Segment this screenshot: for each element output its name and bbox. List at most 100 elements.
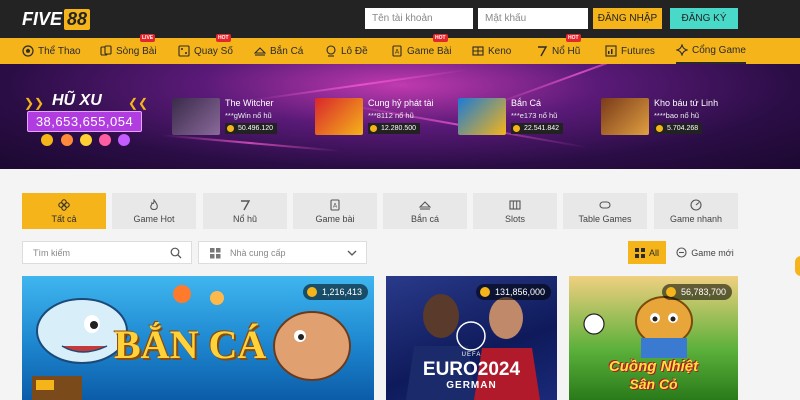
game-subtitle: Sân Cỏ (629, 376, 678, 392)
jackpot-winner-card[interactable]: Bắn Cá ***e173 nổ hũ 22.541.842 (458, 98, 588, 135)
winner-user: ****bao nổ hũ (654, 111, 700, 120)
tab-game-nhanh[interactable]: Game nhanh (654, 193, 738, 229)
hot-badge: HOT (216, 34, 231, 42)
top-bar: FIVE 88 ĐĂNG NHẬP ĐĂNG KÝ (0, 0, 800, 38)
tab-label: Nổ hũ (232, 213, 258, 224)
game-card-ban-ca[interactable]: BẮN CÁ 1,216,413 (22, 276, 374, 400)
winner-amount: 22.541.842 (511, 123, 564, 134)
clover-icon (58, 198, 70, 211)
chevron-down-icon (347, 250, 357, 256)
login-button[interactable]: ĐĂNG NHẬP (593, 8, 662, 29)
wing-left-icon: ❯❯ (24, 96, 45, 110)
gem-icon (99, 134, 111, 146)
tab-table-games[interactable]: Table Games (563, 193, 647, 229)
nav-label: Futures (621, 45, 655, 57)
site-logo[interactable]: FIVE 88 (22, 6, 91, 32)
game-jackpot: 56,783,700 (661, 284, 732, 300)
nav-item-ban-ca[interactable]: Bắn Cá (254, 38, 303, 64)
new-game-icon (676, 247, 687, 258)
svg-text:A: A (333, 202, 338, 209)
logo-text: FIVE (22, 8, 63, 29)
register-button[interactable]: ĐĂNG KÝ (670, 8, 738, 29)
winner-game-name: Cung hỷ phát tài (368, 98, 434, 108)
tab-slots[interactable]: Slots (473, 193, 557, 229)
jackpot-value: 38,653,655,054 (27, 111, 142, 132)
winner-game-name: Bắn Cá (511, 98, 542, 108)
card-game-icon: A (330, 198, 340, 211)
cards-icon (100, 45, 112, 56)
seven-icon (241, 199, 251, 210)
grid-icon (634, 247, 645, 258)
game-card-cuong-nhiet[interactable]: Cuồng Nhiệt Sân Cỏ 56,783,700 (569, 276, 738, 400)
nav-item-song-bai[interactable]: Sòng Bài LIVE (100, 34, 157, 64)
tab-label: Game nhanh (669, 213, 723, 224)
coin-icon (665, 287, 676, 297)
gem-icon (61, 134, 73, 146)
winner-amount: 50.496.120 (225, 123, 278, 134)
slot-machine-icon (509, 199, 521, 210)
nav-label: Thể Thao (38, 45, 81, 57)
tab-game-hot[interactable]: Game Hot (112, 193, 196, 229)
hot-badge: HOT (566, 34, 581, 42)
light-streak (160, 134, 340, 152)
provider-select[interactable]: Nhà cung cấp (198, 241, 367, 264)
game-thumbnail (315, 98, 363, 135)
floating-tab[interactable] (795, 256, 800, 276)
password-input[interactable] (478, 8, 588, 29)
nav-item-no-hu[interactable]: Nổ Hũ HOT (536, 34, 581, 64)
nav-label: Lô Đề (341, 45, 368, 57)
nav-item-the-thao[interactable]: Thể Thao (22, 38, 81, 64)
game-jackpot: 1,216,413 (302, 284, 368, 300)
nav-item-keno[interactable]: Keno (472, 38, 511, 64)
jackpot-winner-card[interactable]: Kho báu tứ Linh ****bao nổ hũ 5.704.268 (601, 98, 741, 135)
lottery-icon (178, 45, 190, 57)
jackpot-winner-card[interactable]: The Witcher ***gWin nổ hũ 50.496.120 (172, 98, 302, 135)
tab-label: Game Hot (133, 213, 175, 224)
filter-new-button[interactable]: Game mới (672, 241, 738, 264)
fish-icon (419, 200, 431, 210)
light-streak (250, 68, 470, 102)
hot-badge: HOT (433, 34, 448, 42)
tab-game-bai[interactable]: A Game bài (293, 193, 377, 229)
flame-icon (150, 198, 158, 210)
game-title: Cuồng Nhiệt (608, 358, 699, 375)
search-input[interactable]: Tìm kiếm (22, 241, 192, 264)
nav-label: Nổ Hũ (552, 45, 581, 57)
winner-game-name: The Witcher (225, 98, 274, 108)
provider-label: Nhà cung cấp (230, 248, 286, 258)
jackpot-title: HŨ XU (52, 92, 102, 109)
game-title: BẮN CÁ (114, 322, 267, 367)
winner-user: ***e173 nổ hũ (511, 111, 558, 120)
coin-icon (479, 287, 490, 297)
nav-label: Quay Số (194, 45, 233, 57)
nav-item-lo-de[interactable]: Lô Đề (325, 38, 368, 64)
nav-item-game-bai[interactable]: A Game Bài HOT (391, 34, 452, 64)
tab-label: Bắn cá (410, 213, 440, 224)
tab-ban-ca[interactable]: Bắn cá (383, 193, 467, 229)
filter-all-button[interactable]: All (628, 241, 666, 264)
winner-user: ***8112 nổ hũ (368, 111, 414, 120)
coin-icon (513, 125, 520, 132)
winner-game-name: Kho báu tứ Linh (654, 98, 719, 108)
coin-icon (227, 125, 234, 132)
coin-icon (656, 125, 663, 132)
slot-icon (538, 46, 548, 57)
game-jackpot: 131,856,000 (475, 284, 551, 300)
nav-label: Bắn Cá (270, 45, 304, 57)
winner-user: ***gWin nổ hũ (225, 111, 272, 120)
filter-new-label: Game mới (691, 247, 734, 258)
tab-tat-ca[interactable]: Tất cả (22, 193, 106, 229)
tab-no-hu[interactable]: Nổ hũ (203, 193, 287, 229)
search-icon[interactable] (170, 247, 182, 259)
nav-label: Game Bài (407, 45, 452, 57)
game-card-euro2024[interactable]: UEFA EURO2024 GERMAN 131,856,000 (386, 276, 557, 400)
nav-item-quay-so[interactable]: Quay Số HOT (178, 34, 233, 64)
card-game-icon: A (392, 45, 402, 57)
username-input[interactable] (365, 8, 473, 29)
nav-label: Keno (488, 45, 512, 57)
nav-item-futures[interactable]: Futures (605, 38, 655, 64)
nav-item-cong-game[interactable]: Cổng Game (676, 38, 746, 64)
wing-right-icon: ❮❮ (128, 96, 149, 110)
jackpot-winner-card[interactable]: Cung hỷ phát tài ***8112 nổ hũ 12.280.50… (315, 98, 445, 135)
uefa-text: UEFA (461, 352, 482, 358)
